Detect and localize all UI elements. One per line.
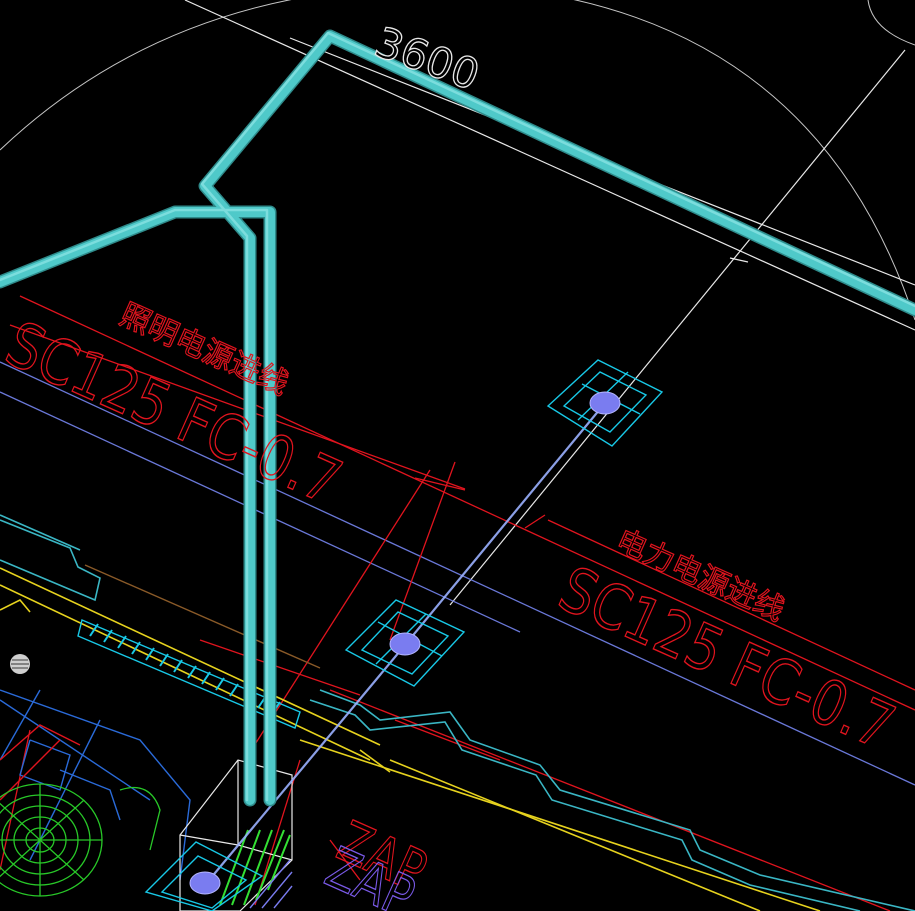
junction-box-icon[interactable] xyxy=(344,599,466,687)
reference-lines xyxy=(184,0,915,606)
riser-hatch xyxy=(219,829,291,906)
junction-box-icon[interactable] xyxy=(546,359,664,447)
floor-drain-icon[interactable] xyxy=(10,654,30,674)
exhaust-fan-icon[interactable] xyxy=(0,783,161,897)
brown-line xyxy=(84,564,321,669)
cad-drawing[interactable]: 3600 照明电源进线 SC125 FC-0.7 电力电源进线 SC125 FC… xyxy=(0,0,915,911)
cad-viewport[interactable]: 3600 照明电源进线 SC125 FC-0.7 电力电源进线 SC125 FC… xyxy=(0,0,915,911)
